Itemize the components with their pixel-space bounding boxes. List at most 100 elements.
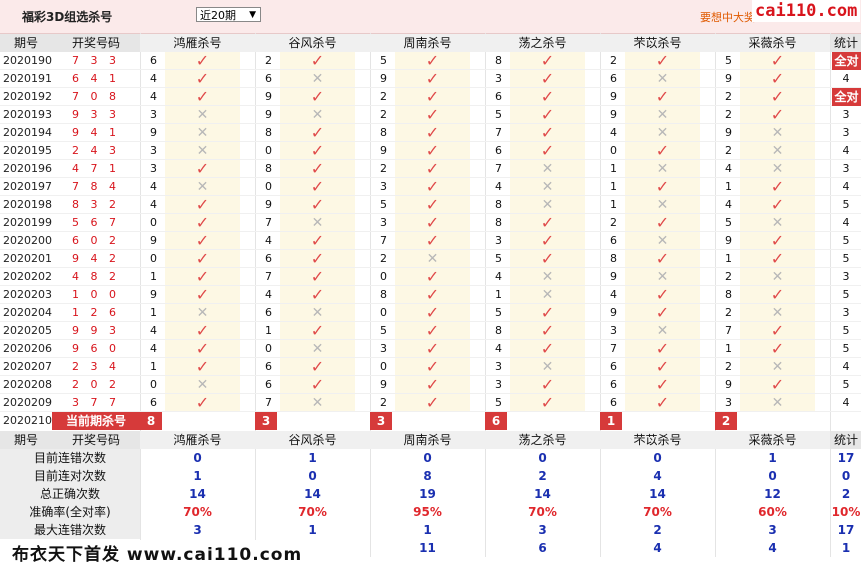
- kill-number: 3: [610, 324, 617, 337]
- period-range-value: 近20期: [200, 9, 236, 22]
- kill-number: 5: [725, 54, 732, 67]
- check-icon: ✓: [195, 69, 210, 88]
- check-icon: ✓: [310, 177, 325, 196]
- cross-icon: ✕: [196, 179, 209, 195]
- stat-cell: 5: [842, 342, 850, 355]
- check-icon: ✓: [310, 141, 325, 160]
- footer-period-header: 期号: [0, 431, 52, 449]
- table-stat-header: 统计: [831, 34, 861, 52]
- period-cell: 2020199: [3, 216, 52, 229]
- table-expert-header: 谷风杀号: [255, 34, 370, 52]
- stat-value: 1: [768, 451, 777, 465]
- cross-icon: ✕: [311, 215, 324, 231]
- table-expert-header: 鸿雁杀号: [140, 34, 255, 52]
- kill-number: 8: [725, 288, 732, 301]
- stat-value: 14: [189, 487, 206, 501]
- stat-value: 0: [193, 451, 202, 465]
- cross-icon: ✕: [311, 395, 324, 411]
- kill-number: 4: [150, 342, 157, 355]
- stat-value: 12: [764, 487, 781, 501]
- cross-icon: ✕: [196, 107, 209, 123]
- draw-number-cell: 8 3 2: [72, 198, 120, 211]
- check-icon: ✓: [195, 267, 210, 286]
- kill-number: 8: [495, 198, 502, 211]
- check-icon: ✓: [195, 285, 210, 304]
- watermark: 布衣天下首发 www.cai110.com: [12, 540, 303, 565]
- check-icon: ✓: [540, 303, 555, 322]
- check-icon: ✓: [195, 249, 210, 268]
- check-icon: ✓: [195, 195, 210, 214]
- check-icon: ✓: [195, 87, 210, 106]
- check-icon: ✓: [655, 141, 670, 160]
- kill-number: 2: [380, 90, 387, 103]
- stat-cell: 5: [842, 234, 850, 247]
- stat-cell: 4: [842, 72, 850, 85]
- stat-value: 2: [653, 523, 662, 537]
- stat-cell: 4: [842, 360, 850, 373]
- stat-value: 70%: [298, 505, 327, 519]
- table-expert-header: 周南杀号: [370, 34, 485, 52]
- kill-number: 9: [265, 108, 272, 121]
- period-cell: 2020193: [3, 108, 52, 121]
- kill-number: 3: [150, 108, 157, 121]
- kill-number: 2: [725, 270, 732, 283]
- period-cell: 2020196: [3, 162, 52, 175]
- stat-cell: 4: [842, 180, 850, 193]
- kill-number: 2: [610, 54, 617, 67]
- kill-number: 2: [380, 252, 387, 265]
- check-icon: ✓: [770, 231, 785, 250]
- kill-number: 4: [610, 288, 617, 301]
- cross-icon: ✕: [541, 179, 554, 195]
- kill-number: 9: [265, 90, 272, 103]
- kill-number: 9: [610, 108, 617, 121]
- kill-number: 4: [495, 180, 502, 193]
- kill-number: 3: [380, 342, 387, 355]
- period-cell: 2020190: [3, 54, 52, 67]
- kill-number: 0: [380, 270, 387, 283]
- footer-expert-header: 芣苡杀号: [600, 431, 715, 449]
- check-icon: ✓: [770, 87, 785, 106]
- check-icon: ✓: [425, 321, 440, 340]
- kill-number: 1: [725, 342, 732, 355]
- kill-number: 2: [380, 396, 387, 409]
- stat-value: 95%: [413, 505, 442, 519]
- check-icon: ✓: [770, 321, 785, 340]
- kill-number: 3: [495, 378, 502, 391]
- check-icon: ✓: [655, 285, 670, 304]
- stat-value: 1: [308, 523, 317, 537]
- check-icon: ✓: [425, 213, 440, 232]
- current-kill-number: 3: [370, 412, 392, 430]
- footer-expert-header: 采薇杀号: [715, 431, 830, 449]
- check-icon: ✓: [425, 339, 440, 358]
- kill-number: 6: [610, 234, 617, 247]
- stat-cell: 4: [842, 396, 850, 409]
- stat-total: 17: [837, 451, 855, 465]
- check-icon: ✓: [540, 321, 555, 340]
- kill-number: 9: [380, 378, 387, 391]
- kill-number: 4: [610, 126, 617, 139]
- kill-number: 5: [495, 396, 502, 409]
- kill-number: 2: [265, 54, 272, 67]
- cross-icon: ✕: [196, 377, 209, 393]
- kill-number: 8: [495, 216, 502, 229]
- kill-number: 3: [495, 72, 502, 85]
- kill-number: 2: [725, 144, 732, 157]
- check-icon: ✓: [310, 195, 325, 214]
- check-icon: ✓: [310, 357, 325, 376]
- table-period-header: 期号: [0, 34, 52, 52]
- kill-number: 5: [725, 216, 732, 229]
- stat-value: 0: [308, 469, 317, 483]
- kill-number: 6: [495, 90, 502, 103]
- check-icon: ✓: [425, 51, 440, 70]
- stat-cell: 3: [842, 270, 850, 283]
- period-range-select[interactable]: 近20期 ▼: [196, 7, 261, 22]
- kill-number: 6: [265, 72, 272, 85]
- promo-link[interactable]: 要想中大奖: [700, 9, 755, 25]
- kill-number: 6: [150, 54, 157, 67]
- kill-number: 0: [265, 180, 272, 193]
- check-icon: ✓: [655, 249, 670, 268]
- kill-number: 7: [725, 324, 732, 337]
- kill-number: 9: [725, 72, 732, 85]
- kill-number: 1: [610, 162, 617, 175]
- period-cell: 2020198: [3, 198, 52, 211]
